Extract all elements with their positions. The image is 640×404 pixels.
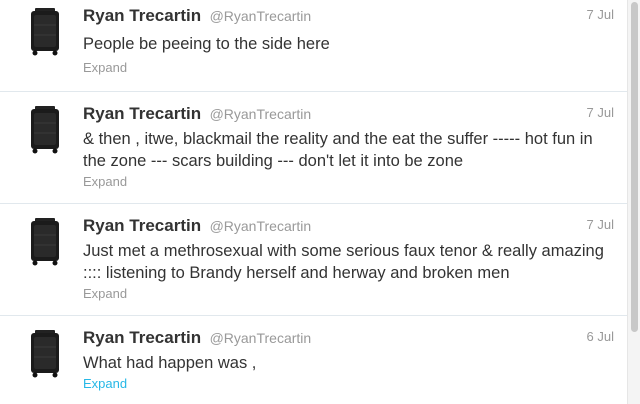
tweet-username[interactable]: @RyanTrecartin [210, 106, 312, 122]
tweet-text: & then , itwe, blackmail the reality and… [83, 130, 593, 170]
tweet-item[interactable]: Ryan Trecartin @RyanTrecartin 7 Jul & th… [0, 92, 628, 204]
tweet-item[interactable]: Ryan Trecartin @RyanTrecartin 7 Jul Peop… [0, 0, 628, 92]
tweet-username[interactable]: @RyanTrecartin [210, 8, 312, 24]
tweet-timestamp[interactable]: 7 Jul [587, 105, 614, 120]
tweet-username[interactable]: @RyanTrecartin [210, 218, 312, 234]
rolling-suitcase-icon[interactable] [20, 7, 70, 57]
rolling-suitcase-icon[interactable] [20, 217, 70, 267]
tweet-fullname[interactable]: Ryan Trecartin [83, 6, 201, 25]
tweet-text: People be peeing to the side here [83, 35, 330, 53]
expand-link[interactable]: Expand [83, 60, 127, 75]
expand-link[interactable]: Expand [83, 174, 127, 189]
tweet-header: Ryan Trecartin @RyanTrecartin 7 Jul [83, 216, 628, 236]
tweet-fullname[interactable]: Ryan Trecartin [83, 104, 201, 123]
rolling-suitcase-icon[interactable] [20, 105, 70, 155]
tweet-timeline: Ryan Trecartin @RyanTrecartin 7 Jul Peop… [0, 0, 640, 404]
tweet-timestamp[interactable]: 6 Jul [587, 329, 614, 344]
tweet-fullname[interactable]: Ryan Trecartin [83, 328, 201, 347]
tweet-header: Ryan Trecartin @RyanTrecartin 7 Jul [83, 104, 628, 124]
tweet-item[interactable]: Ryan Trecartin @RyanTrecartin 7 Jul Just… [0, 204, 628, 316]
tweet-text: What had happen was , [83, 354, 257, 372]
expand-link[interactable]: Expand [83, 286, 127, 301]
scrollbar-thumb[interactable] [631, 2, 638, 332]
tweet-username[interactable]: @RyanTrecartin [210, 330, 312, 346]
scrollbar[interactable] [627, 0, 640, 404]
expand-link[interactable]: Expand [83, 376, 127, 391]
tweet-fullname[interactable]: Ryan Trecartin [83, 216, 201, 235]
rolling-suitcase-icon[interactable] [20, 329, 70, 379]
tweet-timestamp[interactable]: 7 Jul [587, 7, 614, 22]
tweet-header: Ryan Trecartin @RyanTrecartin 7 Jul [83, 6, 628, 26]
tweet-item[interactable]: Ryan Trecartin @RyanTrecartin 6 Jul What… [0, 316, 628, 404]
tweet-header: Ryan Trecartin @RyanTrecartin 6 Jul [83, 328, 628, 348]
tweet-timestamp[interactable]: 7 Jul [587, 217, 614, 232]
tweet-text: Just met a methrosexual with some seriou… [83, 242, 604, 282]
